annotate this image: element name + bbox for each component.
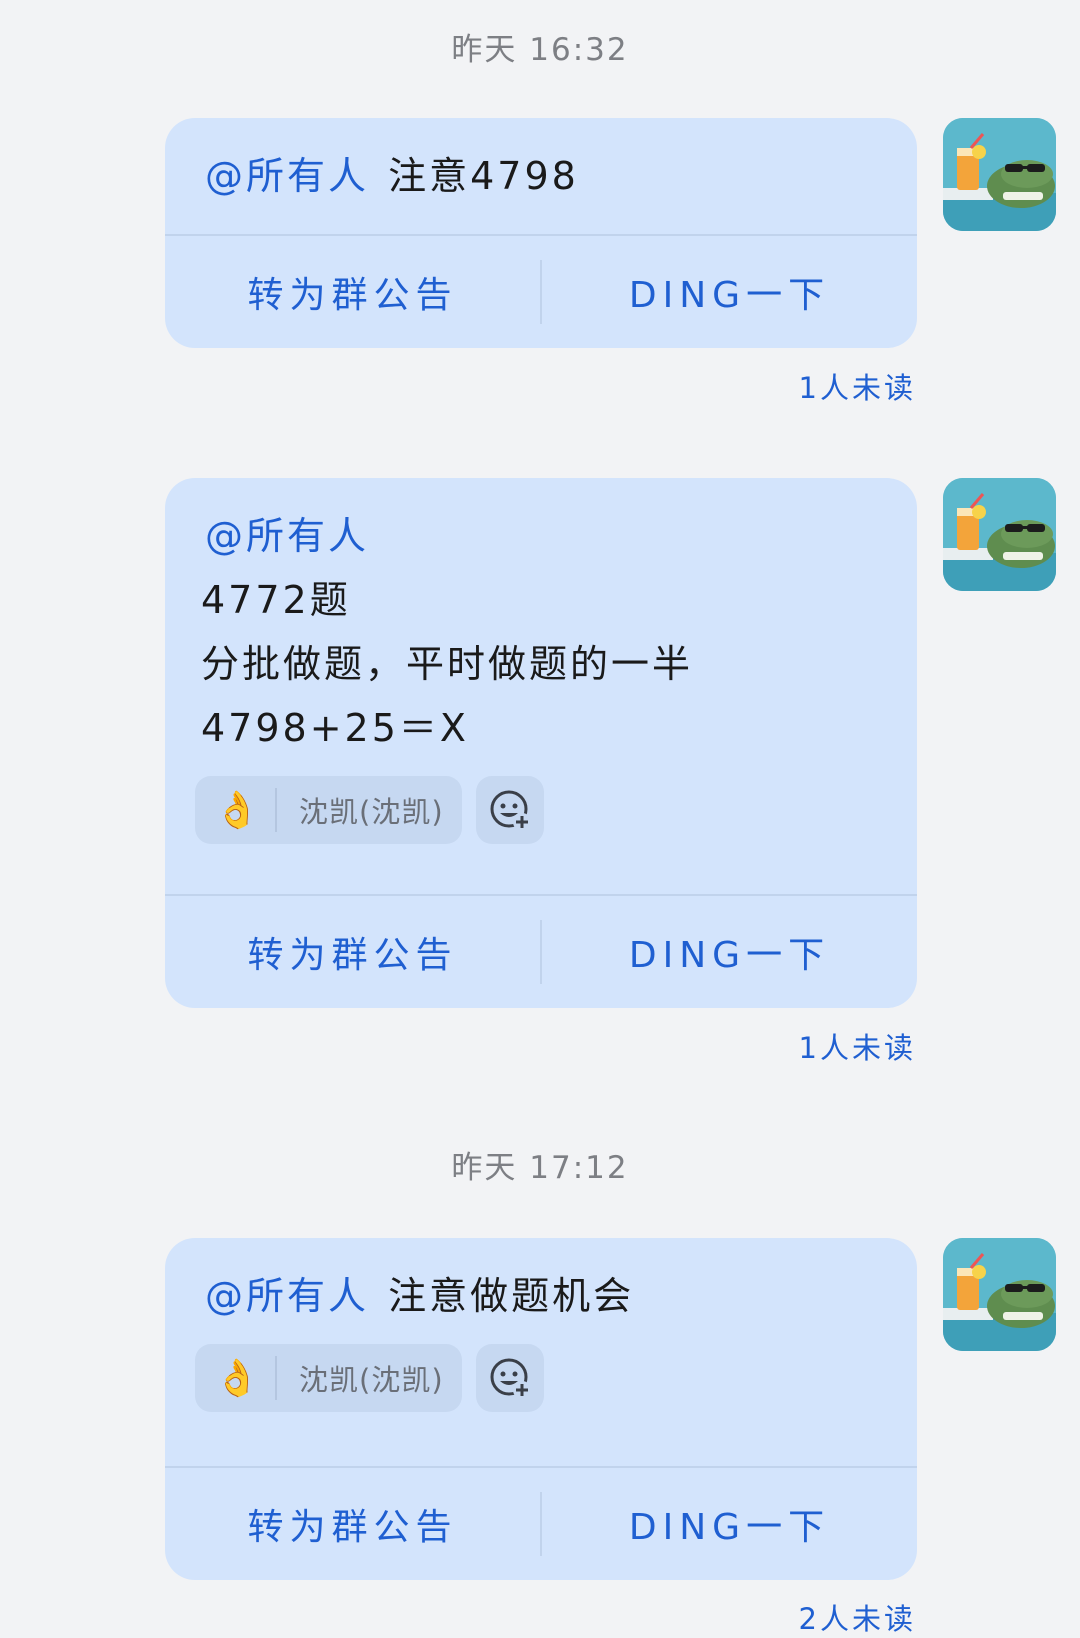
timestamp: 昨天 17:12 xyxy=(451,1150,629,1186)
message-line: @所有人 注意4798 xyxy=(205,144,877,208)
message-text: 4798+25＝X xyxy=(201,706,469,750)
message-bubble[interactable]: @所有人 注意4798 转为群公告 DING一下 xyxy=(165,118,917,348)
reaction-user: 沈凯(沈凯) xyxy=(299,795,444,829)
message-actions: 转为群公告 DING一下 xyxy=(165,1466,917,1580)
emoji-add-icon xyxy=(490,1358,531,1399)
reaction-bar: 👌 沈凯(沈凯) xyxy=(195,776,877,844)
mention-all[interactable]: @所有人 xyxy=(205,1274,369,1318)
mention-all[interactable]: @所有人 xyxy=(205,154,369,198)
message-text: 4772题 xyxy=(201,578,351,622)
message-line: @所有人 注意做题机会 xyxy=(205,1264,877,1328)
timestamp: 昨天 16:32 xyxy=(451,32,629,68)
convert-announcement-button[interactable]: 转为群公告 xyxy=(165,926,540,978)
message-actions: 转为群公告 DING一下 xyxy=(165,234,917,348)
message-bubble[interactable]: @所有人 注意做题机会 👌 沈凯(沈凯) 转为群公告 DING一下 xyxy=(165,1238,917,1580)
message-bubble[interactable]: @所有人 4772题 分批做题，平时做题的一半 4798+25＝X 👌 沈凯(沈… xyxy=(165,478,917,1008)
mention-all[interactable]: @所有人 xyxy=(205,514,369,558)
add-reaction-button[interactable] xyxy=(475,1344,544,1412)
avatar[interactable] xyxy=(943,1238,1056,1351)
emoji-add-icon xyxy=(490,790,531,831)
reaction-user: 沈凯(沈凯) xyxy=(299,1363,444,1397)
ding-button[interactable]: DING一下 xyxy=(542,1498,917,1550)
avatar[interactable] xyxy=(943,118,1056,231)
crocodile-sunglasses-avatar xyxy=(943,1238,1056,1351)
divider xyxy=(275,788,277,832)
ding-button[interactable]: DING一下 xyxy=(542,266,917,318)
avatar[interactable] xyxy=(943,478,1056,591)
reaction-chip[interactable]: 👌 沈凯(沈凯) xyxy=(195,776,462,844)
unread-status[interactable]: 1人未读 xyxy=(799,1025,916,1067)
reaction-chip[interactable]: 👌 沈凯(沈凯) xyxy=(195,1344,462,1412)
message-text: 注意4798 xyxy=(388,154,579,198)
convert-announcement-button[interactable]: 转为群公告 xyxy=(165,266,540,318)
convert-announcement-button[interactable]: 转为群公告 xyxy=(165,1498,540,1550)
message-line: @所有人 xyxy=(201,504,877,568)
unread-status[interactable]: 2人未读 xyxy=(799,1596,916,1638)
message-text: 注意做题机会 xyxy=(388,1274,635,1318)
unread-status[interactable]: 1人未读 xyxy=(799,365,916,407)
message-text: 分批做题，平时做题的一半 xyxy=(201,642,694,686)
reaction-bar: 👌 沈凯(沈凯) xyxy=(195,1344,877,1412)
crocodile-sunglasses-avatar xyxy=(943,118,1056,231)
ding-button[interactable]: DING一下 xyxy=(542,926,917,978)
crocodile-sunglasses-avatar xyxy=(943,478,1056,591)
ok-hand-icon: 👌 xyxy=(214,790,260,831)
add-reaction-button[interactable] xyxy=(475,776,544,844)
ok-hand-icon: 👌 xyxy=(214,1358,260,1399)
divider xyxy=(275,1356,277,1400)
message-actions: 转为群公告 DING一下 xyxy=(165,894,917,1008)
